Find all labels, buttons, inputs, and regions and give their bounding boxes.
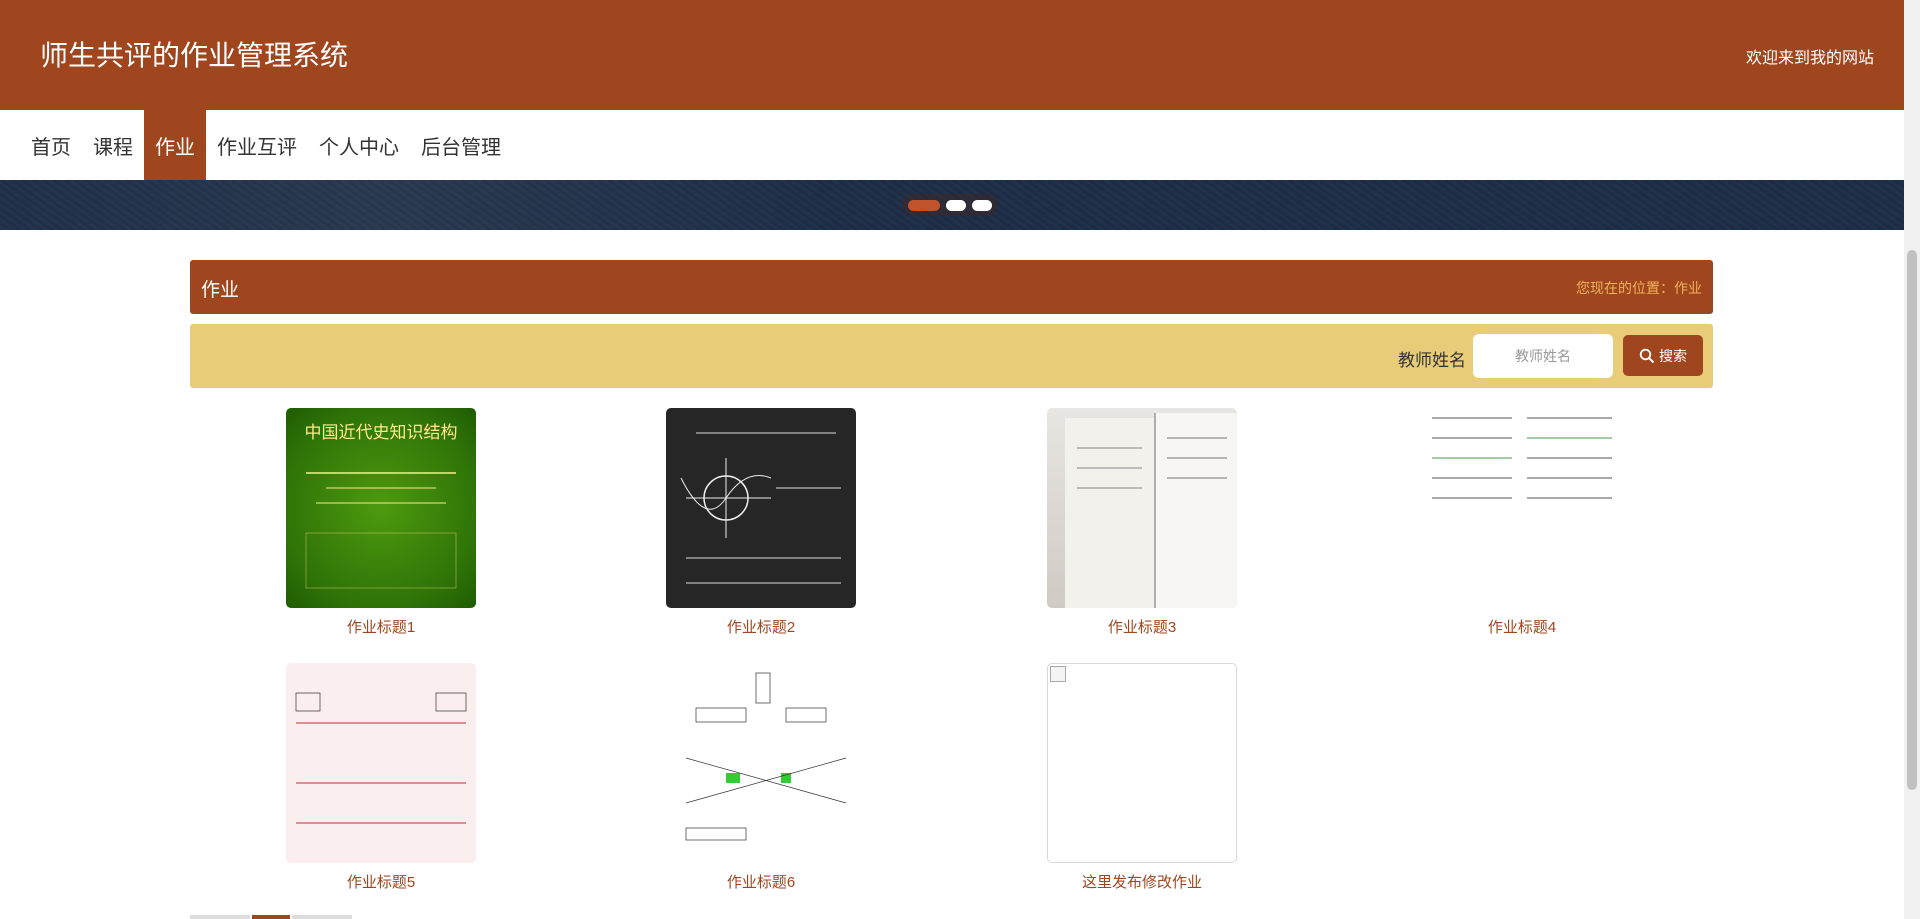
search-button-label: 搜索 <box>1659 347 1687 364</box>
page-button[interactable] <box>292 915 352 919</box>
search-bar: 教师姓名 搜索 <box>190 324 1713 388</box>
banner-carousel <box>0 180 1904 230</box>
breadcrumb: 您现在的位置：作业 <box>1576 280 1702 296</box>
assignment-card: 作业标题6 <box>666 663 856 892</box>
svg-text:中国近代史知识结构: 中国近代史知识结构 <box>305 423 458 443</box>
assignment-thumbnail[interactable] <box>666 663 856 863</box>
main-nav: 首页 课程 作业 作业互评 个人中心 后台管理 <box>0 110 1904 180</box>
search-button[interactable]: 搜索 <box>1623 335 1703 376</box>
scrollbar[interactable] <box>1904 0 1920 919</box>
pagination <box>190 915 352 919</box>
assignment-thumbnail[interactable] <box>666 408 856 608</box>
site-title: 师生共评的作业管理系统 <box>40 40 349 71</box>
carousel-indicators <box>902 194 998 216</box>
teacher-name-input[interactable] <box>1473 334 1613 378</box>
assignment-card: 中国近代史知识结构 作业标题1 <box>286 408 476 637</box>
welcome-text: 欢迎来到我的网站 <box>1745 50 1874 67</box>
page: 师生共评的作业管理系统 欢迎来到我的网站 首页 课程 作业 作业互评 个人中心 … <box>0 0 1920 919</box>
section-title: 作业 <box>201 280 240 301</box>
carousel-dot[interactable] <box>972 199 992 211</box>
assignment-title[interactable]: 这里发布修改作业 <box>1047 871 1237 892</box>
assignment-title[interactable]: 作业标题6 <box>666 871 856 892</box>
carousel-dot[interactable] <box>946 199 966 211</box>
assignment-thumbnail[interactable] <box>1047 408 1237 608</box>
nav-item-admin[interactable]: 后台管理 <box>410 110 512 180</box>
nav-item-personal-center[interactable]: 个人中心 <box>308 110 410 180</box>
section-header: 作业 您现在的位置：作业 <box>190 260 1713 314</box>
scrollbar-thumb[interactable] <box>1907 250 1917 790</box>
broken-image-icon <box>1050 666 1066 682</box>
search-label: 教师姓名 <box>1398 351 1466 370</box>
assignment-card: 这里发布修改作业 <box>1047 663 1237 892</box>
nav-item-courses[interactable]: 课程 <box>82 110 144 180</box>
nav-item-assignments[interactable]: 作业 <box>144 110 206 180</box>
page-button-active[interactable] <box>252 915 290 919</box>
assignment-title[interactable]: 作业标题1 <box>286 616 476 637</box>
assignment-card: 作业标题2 <box>666 408 856 637</box>
search-icon <box>1639 348 1655 364</box>
site-header: 师生共评的作业管理系统 欢迎来到我的网站 <box>0 0 1904 110</box>
assignment-title[interactable]: 作业标题5 <box>286 871 476 892</box>
assignment-card: 作业标题5 <box>286 663 476 892</box>
assignment-card: 作业标题4 <box>1427 408 1617 637</box>
assignment-title[interactable]: 作业标题3 <box>1047 616 1237 637</box>
assignment-thumbnail[interactable] <box>1047 663 1237 863</box>
assignment-title[interactable]: 作业标题2 <box>666 616 856 637</box>
carousel-dot[interactable] <box>908 199 940 211</box>
nav-item-peer-review[interactable]: 作业互评 <box>206 110 308 180</box>
assignment-thumbnail[interactable] <box>286 663 476 863</box>
nav-item-home[interactable]: 首页 <box>20 110 82 180</box>
assignment-thumbnail[interactable] <box>1427 408 1617 608</box>
assignment-card: 作业标题3 <box>1047 408 1237 637</box>
assignment-thumbnail[interactable]: 中国近代史知识结构 <box>286 408 476 608</box>
assignment-title[interactable]: 作业标题4 <box>1427 616 1617 637</box>
page-button[interactable] <box>190 915 250 919</box>
